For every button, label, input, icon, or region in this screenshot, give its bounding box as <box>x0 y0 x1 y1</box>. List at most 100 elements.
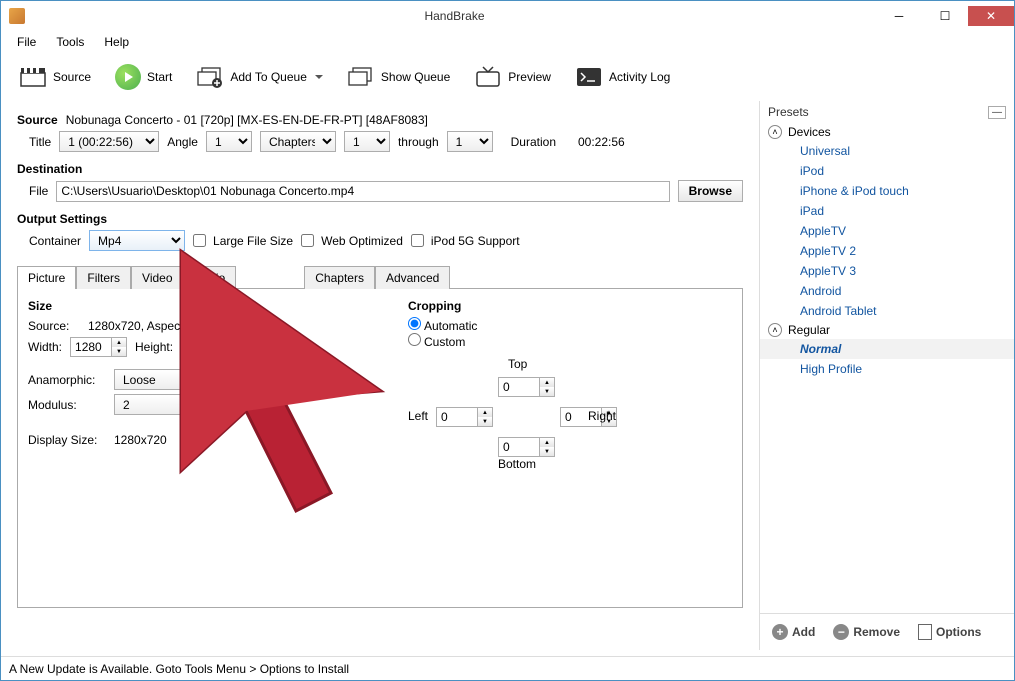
presets-header: Presets <box>768 105 809 119</box>
toolbar: Source Start Add To Queue Show Queue Pre… <box>1 53 1014 101</box>
crop-left-spinner[interactable]: ▲▼ <box>436 407 493 427</box>
file-input[interactable] <box>56 181 669 202</box>
chapter-from-select[interactable]: 1 <box>344 131 390 152</box>
width-spinner[interactable]: ▲▼ <box>70 337 127 357</box>
title-label: Title <box>29 135 51 149</box>
tab-picture[interactable]: Picture <box>17 266 76 289</box>
anamorphic-select[interactable]: Loose <box>114 369 224 390</box>
picture-tab-body: Size Source: 1280x720, Aspect Ratio: Wid… <box>17 288 743 608</box>
preset-options-button[interactable]: Options <box>912 620 987 644</box>
show-queue-button[interactable]: Show Queue <box>339 61 458 93</box>
web-optimized-checkbox[interactable]: Web Optimized <box>301 234 403 248</box>
statusbar: A New Update is Available. Goto Tools Me… <box>1 656 1014 680</box>
preset-iphone[interactable]: iPhone & iPod touch <box>760 181 1014 201</box>
display-size-label: Display Size: <box>28 433 106 447</box>
start-button[interactable]: Start <box>107 60 180 94</box>
preview-button[interactable]: Preview <box>466 61 559 93</box>
minus-icon: − <box>833 624 849 640</box>
preset-appletv2[interactable]: AppleTV 2 <box>760 241 1014 261</box>
status-text: A New Update is Available. Goto Tools Me… <box>9 662 349 676</box>
maximize-button[interactable]: ☐ <box>922 6 968 26</box>
crop-automatic-radio[interactable]: Automatic <box>408 319 477 333</box>
tabs: Picture Filters Video Audio Subtitles Ch… <box>17 265 743 288</box>
preset-android[interactable]: Android <box>760 281 1014 301</box>
source-label: Source <box>17 113 58 127</box>
preset-normal[interactable]: Normal <box>760 339 1014 359</box>
output-settings-label: Output Settings <box>17 212 743 226</box>
container-label: Container <box>29 234 81 248</box>
duration-label: Duration <box>511 135 556 149</box>
title-select[interactable]: 1 (00:22:56) <box>59 131 159 152</box>
minimize-button[interactable]: ─ <box>876 6 922 26</box>
queue-add-icon <box>196 65 224 89</box>
angle-label: Angle <box>167 135 198 149</box>
anamorphic-label: Anamorphic: <box>28 373 106 387</box>
crop-top-label: Top <box>508 357 527 371</box>
preset-appletv[interactable]: AppleTV <box>760 221 1014 241</box>
height-label: Height: <box>135 340 173 354</box>
width-label: Width: <box>28 340 62 354</box>
large-file-checkbox[interactable]: Large File Size <box>193 234 293 248</box>
crop-custom-radio[interactable]: Custom <box>408 335 465 349</box>
modulus-label: Modulus: <box>28 398 106 412</box>
source-button[interactable]: Source <box>11 61 99 93</box>
crop-top-spinner[interactable]: ▲▼ <box>498 377 555 397</box>
tab-video[interactable]: Video <box>131 266 183 289</box>
tab-audio[interactable]: Audio <box>184 266 237 289</box>
size-label: Size <box>28 299 388 313</box>
modulus-select[interactable]: 2 <box>114 394 224 415</box>
show-queue-label: Show Queue <box>381 70 450 84</box>
chevron-up-icon: ˄ <box>768 125 782 139</box>
angle-select[interactable]: 1 <box>206 131 252 152</box>
picture-source-label: Source: <box>28 319 80 333</box>
preset-remove-button[interactable]: −Remove <box>827 620 906 644</box>
preset-high-profile[interactable]: High Profile <box>760 359 1014 379</box>
main-panel: Source Nobunaga Concerto - 01 [720p] [MX… <box>1 101 759 650</box>
container-select[interactable]: Mp4 <box>89 230 185 251</box>
activity-log-button[interactable]: Activity Log <box>567 61 678 93</box>
preset-ipad[interactable]: iPad <box>760 201 1014 221</box>
menu-help[interactable]: Help <box>94 32 139 52</box>
add-to-queue-button[interactable]: Add To Queue <box>188 61 331 93</box>
crop-bottom-spinner[interactable]: ▲▼ <box>498 437 555 457</box>
menu-file[interactable]: File <box>7 32 46 52</box>
through-label: through <box>398 135 439 149</box>
menu-tools[interactable]: Tools <box>46 32 94 52</box>
tab-filters[interactable]: Filters <box>76 266 131 289</box>
plus-icon: + <box>772 624 788 640</box>
preset-ipod[interactable]: iPod <box>760 161 1014 181</box>
close-button[interactable]: ✕ <box>968 6 1014 26</box>
duration-value: 00:22:56 <box>578 135 625 149</box>
preset-add-button[interactable]: +Add <box>766 620 821 644</box>
activity-log-label: Activity Log <box>609 70 670 84</box>
tab-advanced[interactable]: Advanced <box>375 266 450 289</box>
chevron-up-icon: ˄ <box>768 323 782 337</box>
document-icon <box>918 624 932 640</box>
preset-group-devices[interactable]: ˄ Devices <box>760 123 1014 141</box>
preset-universal[interactable]: Universal <box>760 141 1014 161</box>
preset-android-tablet[interactable]: Android Tablet <box>760 301 1014 321</box>
window-title: HandBrake <box>33 9 876 23</box>
chapter-to-select[interactable]: 1 <box>447 131 493 152</box>
preview-label: Preview <box>508 70 551 84</box>
tab-chapters[interactable]: Chapters <box>304 266 375 289</box>
range-type-select[interactable]: Chapters <box>260 131 336 152</box>
preset-appletv3[interactable]: AppleTV 3 <box>760 261 1014 281</box>
height-spinner[interactable]: ▲▼ <box>181 337 238 357</box>
menubar: File Tools Help <box>1 31 1014 53</box>
preset-group-regular[interactable]: ˄ Regular <box>760 321 1014 339</box>
terminal-icon <box>575 65 603 89</box>
presets-collapse-button[interactable]: — <box>988 106 1006 119</box>
crop-bottom-label: Bottom <box>498 457 536 471</box>
crop-right-label: Right <box>588 409 616 423</box>
browse-button[interactable]: Browse <box>678 180 743 202</box>
add-queue-label: Add To Queue <box>230 70 307 84</box>
window-controls: ─ ☐ ✕ <box>876 6 1014 26</box>
display-size-value: 1280x720 <box>114 433 167 447</box>
clapper-icon <box>19 65 47 89</box>
cropping-label: Cropping <box>408 299 732 313</box>
queue-icon <box>347 65 375 89</box>
source-label: Source <box>53 70 91 84</box>
start-label: Start <box>147 70 172 84</box>
ipod-5g-checkbox[interactable]: iPod 5G Support <box>411 234 520 248</box>
